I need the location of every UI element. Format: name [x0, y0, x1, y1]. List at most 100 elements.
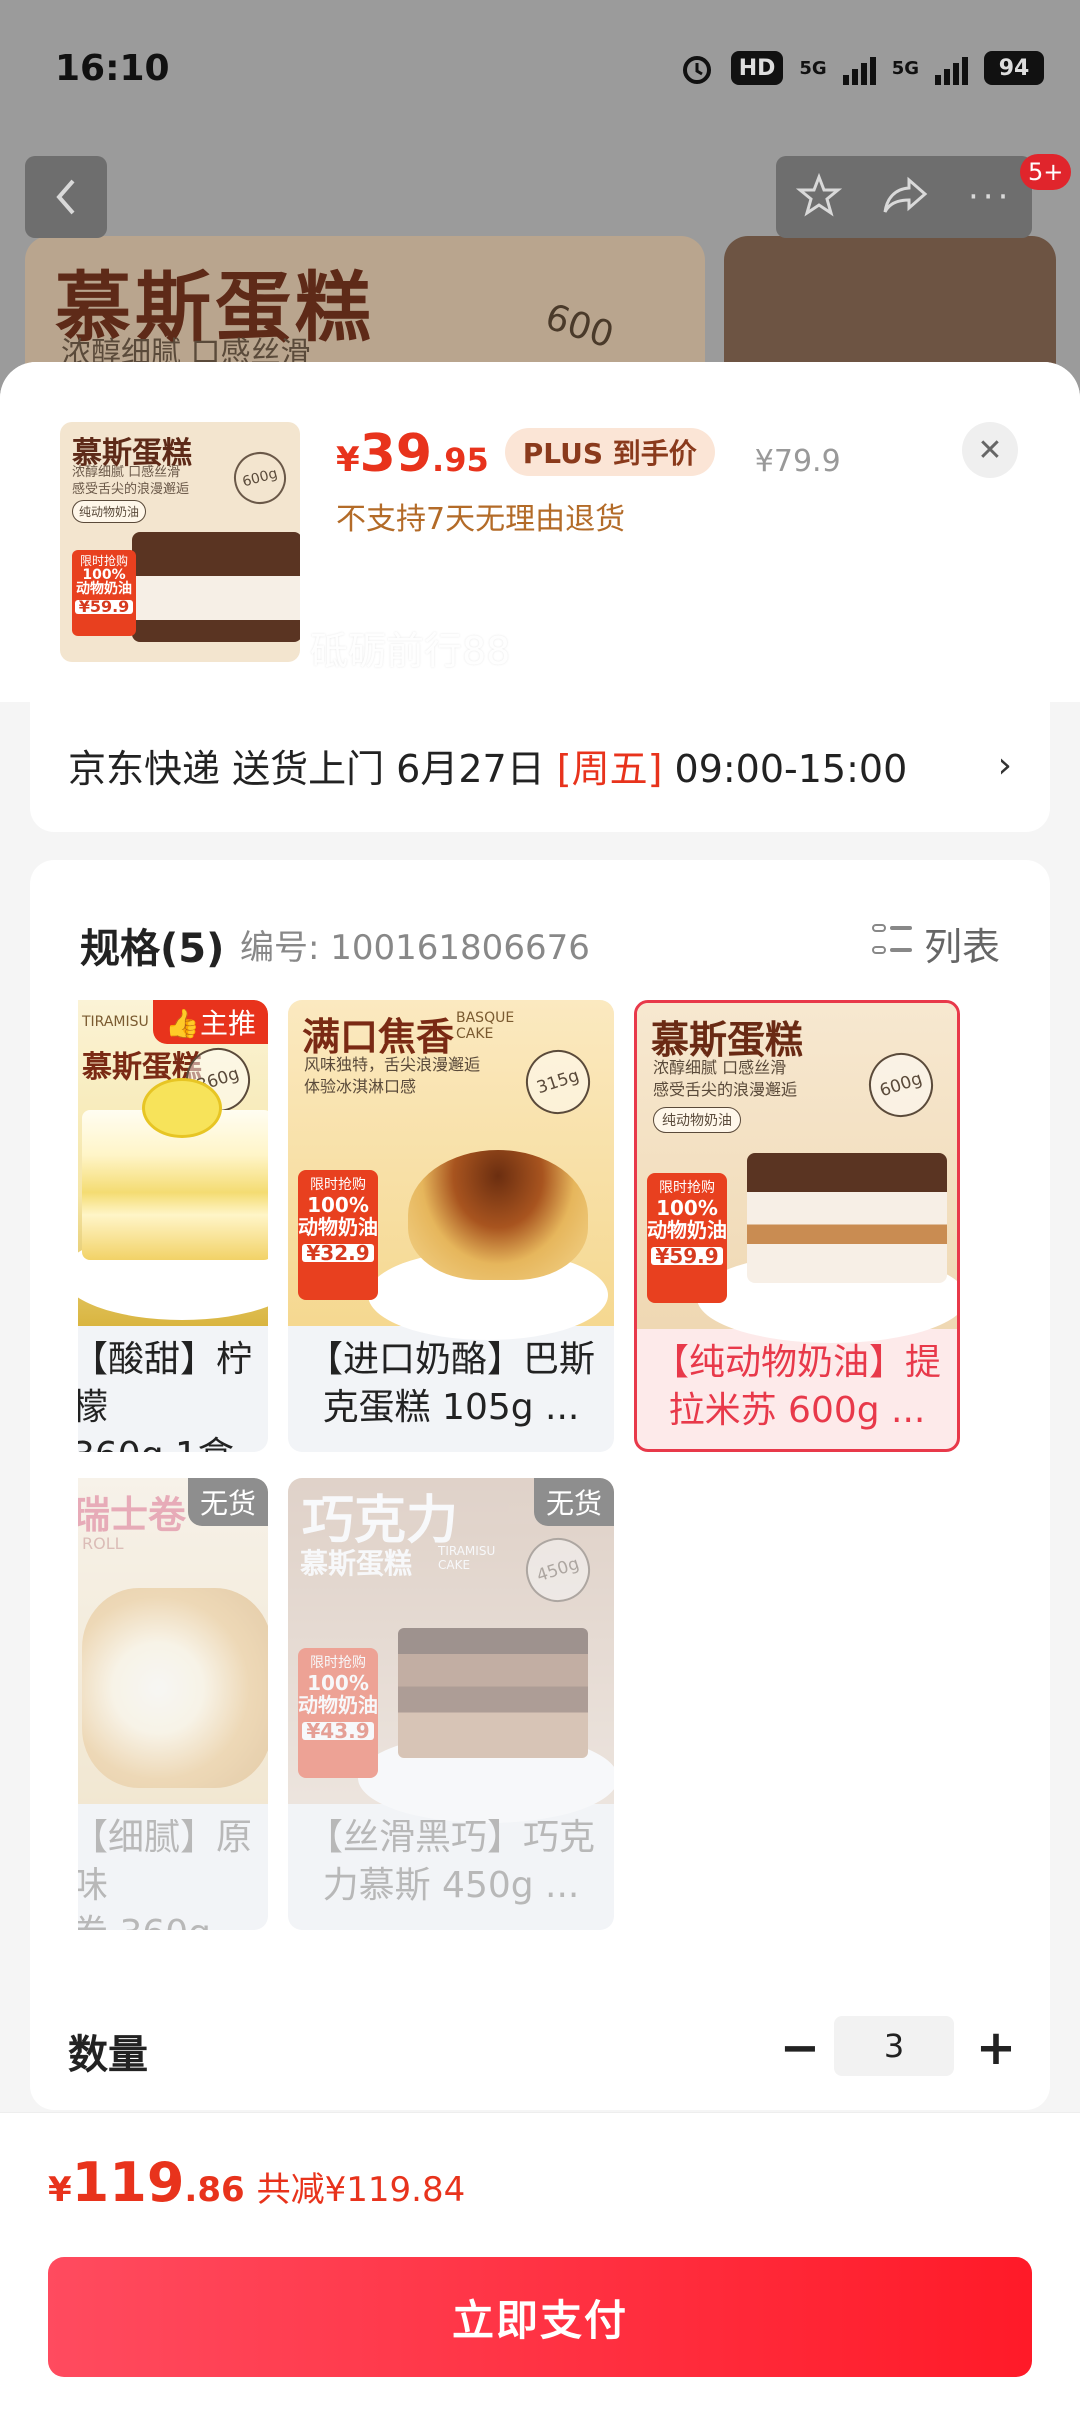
thumb-promo-main: 100% 动物奶油 [76, 567, 132, 597]
list-icon [871, 923, 912, 964]
spec-option-lemon[interactable]: 慕斯蛋糕 TIRAMISU 360g 👍主推 【酸甜】柠檬 360g 1盒 [78, 1000, 268, 1452]
promo-price: ¥32.9 [302, 1243, 374, 1263]
delivery-time: 09:00-15:00 [662, 746, 908, 791]
price-integer: 39 [359, 424, 433, 484]
option-image-subtitle: 浓醇细腻 口感丝滑 感受舌尖的浪漫邂逅 [653, 1058, 798, 1099]
product-thumbnail[interactable]: 慕斯蛋糕 浓醇细腻 口感丝滑 感受舌尖的浪漫邂逅 600g 纯动物奶油 限时抢购… [60, 422, 300, 662]
banner-stamp: 600 [540, 296, 619, 357]
quantity-input[interactable]: 3 [834, 2016, 954, 2076]
price-currency: ¥ [336, 440, 360, 480]
promo-price: ¥59.9 [651, 1246, 723, 1266]
promo-main: 100% 动物奶油 [298, 1671, 378, 1717]
option-image-caption: TIRAMISU [82, 1014, 149, 1030]
option-image: 满口焦香 BASQUE CAKE 风味独特，舌尖浪漫邂逅 体验冰淇淋口感 315… [288, 1000, 614, 1340]
option-image-caption: TIRAMISU CAKE [438, 1544, 496, 1572]
chevron-left-icon [56, 179, 75, 215]
out-of-stock-badge: 无货 [533, 1478, 614, 1526]
total-price: ¥ 119 .86 共减¥119.84 [48, 2151, 465, 2214]
option-image-stamp: 315g [517, 1041, 599, 1123]
share-icon[interactable] [881, 172, 929, 222]
status-time: 16:10 [55, 48, 170, 89]
thumb-stamp: 600g [228, 446, 292, 510]
promo-main: 100% 动物奶油 [647, 1196, 727, 1242]
spec-panel: 规格(5) 编号: 100161806676 列表 慕斯蛋糕 TIRAMISU … [30, 860, 1050, 2110]
price-decimal: .95 [432, 441, 489, 479]
quantity-row: 数量 − 3 + [30, 2000, 1050, 2100]
spec-option-chocolate[interactable]: 巧克力 慕斯蛋糕 TIRAMISU CAKE 450g 限时抢购 100% 动物… [288, 1478, 614, 1930]
return-policy-note: 不支持7天无理由退货 [336, 502, 626, 537]
price-line: ¥ 39 .95 PLUS 到手价 ¥79.9 [336, 424, 841, 484]
promo-main: 100% 动物奶油 [298, 1193, 378, 1239]
total-decimal: .86 [184, 2170, 245, 2210]
notification-badge: 5+ [1020, 154, 1072, 190]
nav-actions: ··· [776, 156, 1032, 238]
signal-icon [842, 51, 876, 85]
promo-top: 限时抢购 [310, 1655, 366, 1671]
spec-option-swiss-roll[interactable]: 瑞士卷 ROLL 无货 【细腻】原味 卷 360g ... [78, 1478, 268, 1930]
original-price: ¥79.9 [754, 444, 841, 479]
checkout-footer: ¥ 119 .86 共减¥119.84 立即支付 [0, 2112, 1080, 2412]
alarm-icon [682, 56, 711, 84]
spec-option-basque[interactable]: 满口焦香 BASQUE CAKE 风味独特，舌尖浪漫邂逅 体验冰淇淋口感 315… [288, 1000, 614, 1452]
recommended-label: 主推 [199, 1007, 256, 1040]
spec-title: 规格(5) [80, 926, 225, 972]
recommended-badge: 👍主推 [153, 1000, 268, 1044]
spec-option-tiramisu[interactable]: 慕斯蛋糕 浓醇细腻 口感丝滑 感受舌尖的浪漫邂逅 600g 纯动物奶油 限时抢购… [634, 1000, 960, 1452]
option-image-subtitle: 风味独特，舌尖浪漫邂逅 体验冰淇淋口感 [304, 1055, 481, 1096]
chevron-right-icon: › [997, 744, 1012, 786]
close-icon: ✕ [977, 432, 1003, 468]
thumb-promo-price: ¥59.9 [74, 599, 134, 615]
option-image-stamp: 450g [517, 1529, 599, 1611]
option-image: 巧克力 慕斯蛋糕 TIRAMISU CAKE 450g 限时抢购 100% 动物… [288, 1478, 614, 1823]
total-integer: 119 [71, 2151, 185, 2214]
close-button[interactable]: ✕ [962, 422, 1018, 478]
list-view-toggle[interactable]: 列表 [871, 916, 1000, 971]
thumb-label: 纯动物奶油 [72, 500, 147, 523]
option-promo-box: 限时抢购 100% 动物奶油 ¥59.9 [647, 1173, 727, 1303]
option-image-title: 慕斯蛋糕 [651, 1018, 804, 1062]
signal-icon-2 [935, 51, 968, 85]
list-label: 列表 [923, 925, 1000, 969]
total-currency: ¥ [48, 2170, 72, 2210]
thumb-promo-box: 限时抢购 100% 动物奶油 ¥59.9 [72, 550, 136, 636]
total-saving: 共减¥119.84 [256, 2170, 466, 2210]
promo-price: ¥43.9 [302, 1721, 374, 1741]
option-image: 慕斯蛋糕 浓醇细腻 口感丝滑 感受舌尖的浪漫邂逅 600g 纯动物奶油 限时抢购… [637, 1003, 957, 1343]
network-5g-label-2: 5G [891, 57, 919, 79]
back-button[interactable] [25, 156, 107, 238]
delivery-row[interactable]: 京东快递 送货上门 6月27日 [周五] 09:00-15:00 › [30, 698, 1050, 832]
network-5g-label: 5G [799, 57, 827, 79]
watermark-text: 砥砺前行88 [310, 629, 511, 673]
status-icons: HD 5G 5G 94 [679, 50, 1044, 86]
tiramisu-illustration [747, 1153, 947, 1283]
pay-now-button[interactable]: 立即支付 [48, 2257, 1032, 2377]
hd-icon: HD [730, 51, 784, 85]
option-name: 【细腻】原味 卷 360g ... [78, 1817, 257, 1930]
option-name: 【纯动物奶油】提拉米苏 600g ... [652, 1342, 941, 1431]
option-image-title: 瑞士卷 [78, 1493, 187, 1537]
option-name: 【酸甜】柠檬 360g 1盒 [78, 1339, 253, 1452]
quantity-decrease-button[interactable]: − [770, 2018, 830, 2078]
thumbs-up-icon: 👍 [165, 1007, 200, 1040]
out-of-stock-badge: 无货 [187, 1478, 268, 1526]
option-image-caption: BASQUE CAKE [456, 1010, 515, 1042]
label-pill: 纯动物奶油 [653, 1107, 741, 1133]
quantity-increase-button[interactable]: + [966, 2018, 1026, 2078]
chocolate-cake-illustration [398, 1628, 588, 1758]
quantity-label: 数量 [68, 2032, 148, 2078]
option-promo-box: 限时抢购 100% 动物奶油 ¥32.9 [298, 1170, 378, 1300]
option-image: 慕斯蛋糕 TIRAMISU 360g [78, 1000, 268, 1326]
more-icon[interactable]: ··· [968, 177, 1012, 217]
star-icon[interactable] [795, 172, 842, 222]
swiss-roll-illustration [82, 1588, 268, 1788]
thumb-subtitle: 浓醇细腻 口感丝滑 感受舌尖的浪漫邂逅 [72, 465, 190, 497]
option-name: 【进口奶酪】巴斯克蛋糕 105g ... [306, 1339, 595, 1428]
plus-price-tag: PLUS 到手价 [504, 428, 715, 476]
option-image-subtitle: 慕斯蛋糕 [300, 1547, 413, 1580]
option-image-caption: ROLL [82, 1534, 124, 1553]
option-promo-box: 限时抢购 100% 动物奶油 ¥43.9 [298, 1648, 378, 1778]
thumb-promo-top: 限时抢购 [79, 554, 128, 568]
lemon-illustration [142, 1078, 222, 1138]
basque-cake-illustration [408, 1150, 588, 1280]
sku-number: 编号: 100161806676 [240, 928, 590, 968]
